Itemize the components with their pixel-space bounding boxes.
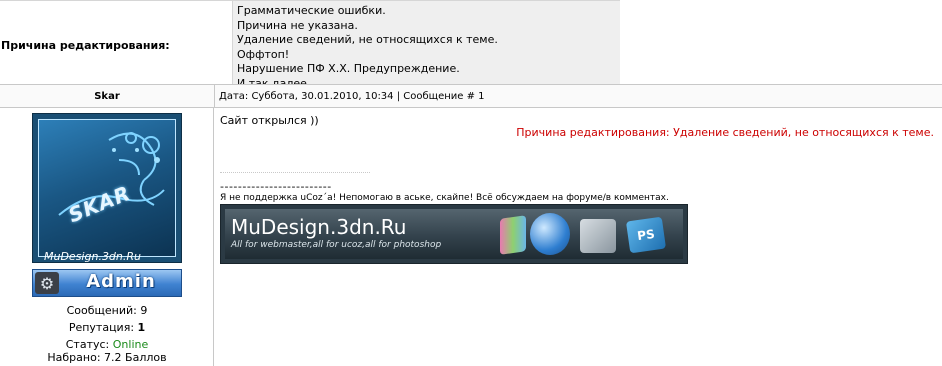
edit-reason-list[interactable]: Грамматические ошибки. Причина не указан… [232,0,620,90]
messages-value: 9 [140,304,148,317]
signature-text: Я не поддержка uCoz´a! Непомогаю в аське… [220,193,669,203]
divider [220,172,370,173]
post-meta: Дата: Суббота, 30.01.2010, 10:34 | Сообщ… [214,85,942,107]
edit-reason-option[interactable]: Оффтоп! [237,48,620,63]
signature-banner[interactable]: MuDesign.3dn.Ru All for webmaster,all fo… [220,204,688,264]
message-text: Сайт открылся )) [220,114,319,127]
post-author-name[interactable]: Skar [0,85,214,107]
rank-badge: ⚙ Admin [32,269,182,297]
reputation-stat: Репутация: 1 [0,321,214,334]
post-header: Skar Дата: Суббота, 30.01.2010, 10:34 | … [0,84,942,108]
rank-label: Admin [86,271,156,292]
phone-icon [530,213,570,255]
edit-reason-option[interactable]: Удаление сведений, не относящихся к теме… [237,33,620,48]
signature-separator: ------------------------- [220,180,332,193]
edit-reason-label-cell: Причина редактирования: [0,0,232,85]
edit-reason-option[interactable]: Причина не указана. [237,19,620,34]
status-label: Статус: [65,338,110,351]
cd-icon [580,219,616,253]
points-stat: Набрано: 7.2 Баллов [0,351,214,364]
edit-reason-label: Причина редактирования: [1,38,170,52]
banner-title: MuDesign.3dn.Ru [231,215,407,239]
status-stat: Статус: Online [0,338,214,351]
reputation-label: Репутация: [68,321,135,334]
status-value: Online [112,338,149,351]
points-label: Набрано: [47,351,101,364]
edit-reason-option[interactable]: Нарушение ПФ Х.Х. Предупреждение. [237,62,620,77]
avatar: SKAR MuDesign.3dn.Ru [32,113,182,263]
edit-note: Причина редактирования: Удаление сведени… [516,126,934,139]
edit-reason-option[interactable]: Грамматические ошибки. [237,4,620,19]
banner-inner: MuDesign.3dn.Ru All for webmaster,all fo… [225,209,683,259]
avatar-site-text: MuDesign.3dn.Ru [44,250,142,263]
author-column: SKAR MuDesign.3dn.Ru ⚙ Admin Сообщений: … [0,108,214,366]
edit-reason-row: Причина редактирования: Грамматические о… [0,0,620,90]
banner-subtitle: All for webmaster,all for ucoz,all for p… [231,240,442,250]
messages-label: Сообщений: [66,304,137,317]
messages-stat: Сообщений: 9 [0,304,214,317]
book-icon [500,215,526,255]
photoshop-icon: PS [625,216,667,254]
avatar-frame: SKAR MuDesign.3dn.Ru [38,119,176,262]
points-value: 7.2 Баллов [104,351,167,364]
gear-icon: ⚙ [35,272,59,294]
reputation-value[interactable]: 1 [138,321,146,334]
photoshop-icon-label: PS [636,226,656,244]
message-column: Сайт открылся )) Причина редактирования:… [214,108,942,366]
